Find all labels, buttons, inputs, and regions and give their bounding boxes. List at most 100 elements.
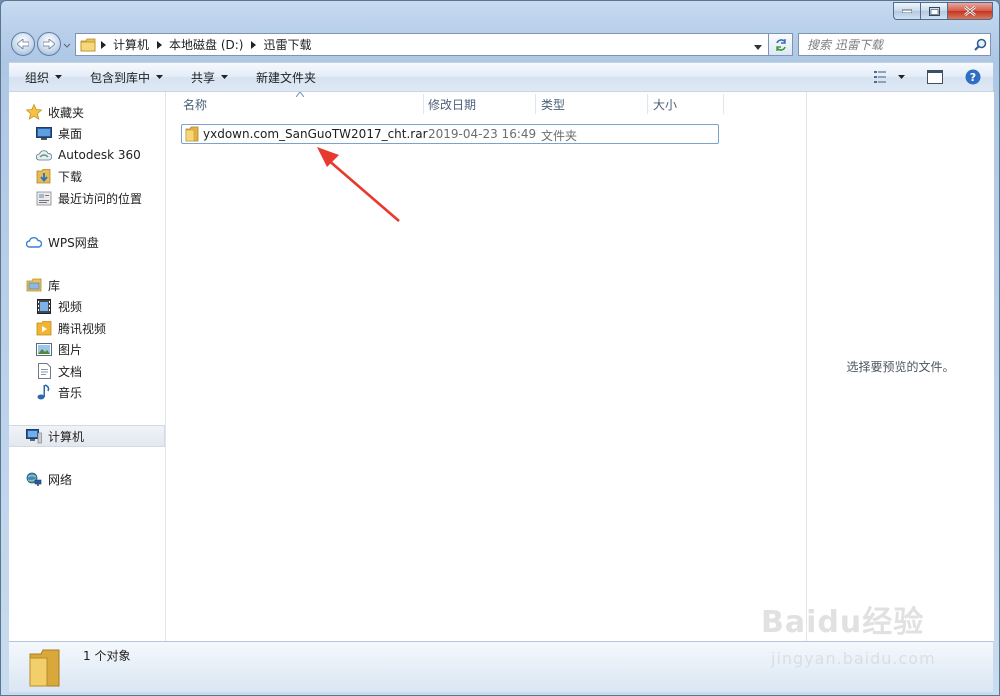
chevron-down-icon [63, 43, 71, 48]
include-in-library-label: 包含到库中 [90, 70, 151, 85]
network-icon [25, 471, 43, 487]
sort-ascending-icon [296, 92, 304, 97]
tencent-video-icon [35, 320, 53, 336]
document-icon [35, 363, 53, 379]
column-header-modified[interactable]: 修改日期 [428, 92, 476, 116]
folder-icon [80, 38, 96, 51]
column-divider[interactable] [535, 94, 536, 114]
new-folder-button[interactable]: 新建文件夹 [240, 63, 328, 91]
search-icon[interactable] [970, 38, 990, 51]
new-folder-label: 新建文件夹 [256, 70, 317, 85]
content-area: 收藏夹 桌面 Autodesk 360 下载 最近访问的位置 WPS网盘 库 视… [9, 91, 994, 641]
cloud-icon [35, 147, 53, 163]
help-button[interactable]: ? [959, 63, 987, 91]
breadcrumb-separator[interactable] [96, 40, 110, 49]
nav-label: 库 [48, 278, 61, 293]
column-divider[interactable] [423, 94, 424, 114]
breadcrumb-current-folder[interactable]: 迅雷下载 [260, 36, 314, 53]
desktop-icon [35, 125, 53, 141]
include-in-library-menu[interactable]: 包含到库中 [74, 63, 175, 91]
caret-down-icon [898, 75, 905, 79]
help-icon: ? [965, 69, 981, 85]
arrow-left-icon [17, 39, 29, 49]
back-button[interactable] [11, 32, 35, 56]
nav-label: 桌面 [58, 126, 83, 141]
search-input[interactable]: 搜索 迅雷下载 [798, 33, 991, 56]
baidu-watermark: Baidu经验 jingyan.baidu.com [761, 591, 991, 681]
breadcrumb-local-disk[interactable]: 本地磁盘 (D:) [166, 36, 246, 53]
recent-places-icon [35, 190, 53, 206]
arrow-right-icon [43, 39, 55, 49]
column-header-size[interactable]: 大小 [653, 92, 677, 116]
address-bar[interactable]: 计算机 本地磁盘 (D:) 迅雷下载 [75, 33, 769, 56]
nav-label: 腾讯视频 [58, 321, 107, 336]
file-modified: 2019-04-23 16:49 [428, 127, 537, 141]
music-icon [35, 384, 53, 400]
library-icon [25, 277, 43, 293]
file-type: 文件夹 [541, 129, 578, 143]
nav-label: 下载 [58, 169, 83, 184]
column-header-size-label: 大小 [653, 97, 678, 112]
watermark-brand: Baidu经验 [761, 605, 925, 640]
nav-label: WPS网盘 [48, 235, 99, 250]
address-history-dropdown[interactable] [754, 40, 762, 54]
chevron-right-icon [100, 40, 106, 49]
recent-pages-dropdown[interactable] [63, 39, 71, 49]
organize-menu[interactable]: 组织 [9, 63, 74, 91]
close-button[interactable] [947, 2, 993, 20]
nav-label: 视频 [58, 299, 83, 314]
nav-label: 音乐 [58, 385, 83, 400]
wps-cloud-icon [25, 234, 43, 250]
nav-label: 最近访问的位置 [58, 191, 143, 206]
breadcrumb-separator[interactable] [152, 40, 166, 49]
nav-label: 计算机 [48, 429, 85, 444]
watermark-url: jingyan.baidu.com [771, 649, 936, 668]
maximize-icon [928, 6, 940, 16]
nav-item-wps-cloud[interactable]: WPS网盘 [25, 231, 181, 253]
column-header-type-label: 类型 [541, 97, 566, 112]
column-header-modified-label: 修改日期 [428, 97, 477, 112]
annotation-arrow-icon [317, 147, 400, 222]
preview-pane: 选择要预览的文件。 [806, 92, 994, 641]
share-menu[interactable]: 共享 [175, 63, 240, 91]
computer-icon [25, 428, 43, 444]
breadcrumb-separator[interactable] [246, 40, 260, 49]
file-row[interactable]: yxdown.com_SanGuoTW2017_cht.rar 2019-04-… [181, 124, 719, 144]
nav-label: Autodesk 360 [58, 148, 141, 162]
close-icon [964, 6, 976, 16]
nav-label: 文档 [58, 364, 83, 379]
downloads-folder-icon [35, 168, 53, 184]
svg-text:?: ? [970, 71, 976, 84]
nav-item-favorites[interactable]: 收藏夹 [25, 101, 181, 123]
column-divider[interactable] [723, 94, 724, 114]
breadcrumb-computer[interactable]: 计算机 [110, 36, 152, 53]
chevron-down-icon [754, 45, 762, 50]
view-controls: ? [868, 63, 993, 91]
refresh-button[interactable] [769, 33, 793, 56]
preview-pane-button[interactable] [921, 63, 949, 91]
view-details-icon [874, 71, 886, 83]
minimize-button[interactable] [893, 2, 920, 20]
chevron-right-icon [250, 40, 256, 49]
nav-item-network[interactable]: 网络 [25, 468, 181, 490]
refresh-icon [775, 38, 786, 51]
nav-label: 收藏夹 [48, 105, 85, 120]
folder-large-icon [29, 649, 60, 687]
caret-down-icon [221, 75, 229, 79]
star-icon [25, 104, 43, 120]
nav-label: 网络 [48, 472, 73, 487]
column-divider[interactable] [647, 94, 648, 114]
nav-item-libraries[interactable]: 库 [25, 274, 181, 296]
video-icon [35, 298, 53, 314]
preview-pane-icon [927, 70, 943, 84]
forward-button[interactable] [37, 32, 61, 56]
explorer-window: 计算机 本地磁盘 (D:) 迅雷下载 搜索 迅雷下载 组织 包含到库中 共享 新… [0, 0, 1000, 696]
caret-down-icon [156, 75, 164, 79]
preview-message: 选择要预览的文件。 [846, 360, 955, 374]
maximize-button[interactable] [920, 2, 947, 20]
column-header-type[interactable]: 类型 [541, 92, 565, 116]
nav-item-computer[interactable]: 计算机 [9, 425, 165, 447]
caret-down-icon [55, 75, 63, 79]
change-view-button[interactable] [868, 63, 911, 91]
column-header-name[interactable]: 名称 [183, 92, 207, 116]
